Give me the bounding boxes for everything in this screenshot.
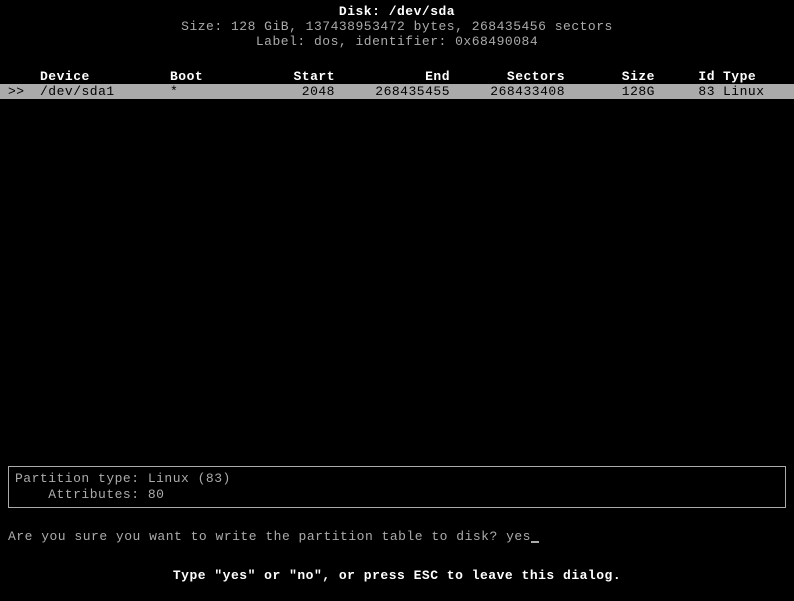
prompt-question: Are you sure you want to write the parti…	[8, 529, 506, 544]
col-start-header: Start	[240, 69, 335, 84]
row-end: 268435455	[335, 84, 450, 99]
row-marker: >>	[8, 84, 40, 99]
col-type-header: Type	[715, 69, 775, 84]
cursor-icon	[531, 541, 539, 543]
row-id: 83	[655, 84, 715, 99]
partition-row[interactable]: >> /dev/sda1 * 2048 268435455 268433408 …	[0, 84, 794, 99]
disk-name: Disk: /dev/sda	[0, 4, 794, 19]
footer-instruction: Type "yes" or "no", or press ESC to leav…	[0, 568, 794, 583]
col-boot-header: Boot	[170, 69, 240, 84]
row-device: /dev/sda1	[40, 84, 170, 99]
partition-type-info: Partition type: Linux (83)	[15, 471, 779, 487]
col-sectors-header: Sectors	[450, 69, 565, 84]
row-type: Linux	[715, 84, 775, 99]
row-start: 2048	[240, 84, 335, 99]
partition-info-box: Partition type: Linux (83) Attributes: 8…	[8, 466, 786, 508]
confirm-prompt: Are you sure you want to write the parti…	[8, 529, 539, 544]
partition-table: Device Boot Start End Sectors Size Id Ty…	[0, 69, 794, 99]
col-marker-header	[8, 69, 40, 84]
disk-size: Size: 128 GiB, 137438953472 bytes, 26843…	[0, 19, 794, 34]
row-size: 128G	[565, 84, 655, 99]
disk-header: Disk: /dev/sda Size: 128 GiB, 1374389534…	[0, 0, 794, 49]
partition-attributes: Attributes: 80	[15, 487, 779, 503]
row-sectors: 268433408	[450, 84, 565, 99]
disk-label-info: Label: dos, identifier: 0x68490084	[0, 34, 794, 49]
col-id-header: Id	[655, 69, 715, 84]
row-boot: *	[170, 84, 240, 99]
table-header-row: Device Boot Start End Sectors Size Id Ty…	[0, 69, 794, 84]
col-device-header: Device	[40, 69, 170, 84]
prompt-input[interactable]: yes	[506, 529, 531, 544]
col-end-header: End	[335, 69, 450, 84]
col-size-header: Size	[565, 69, 655, 84]
